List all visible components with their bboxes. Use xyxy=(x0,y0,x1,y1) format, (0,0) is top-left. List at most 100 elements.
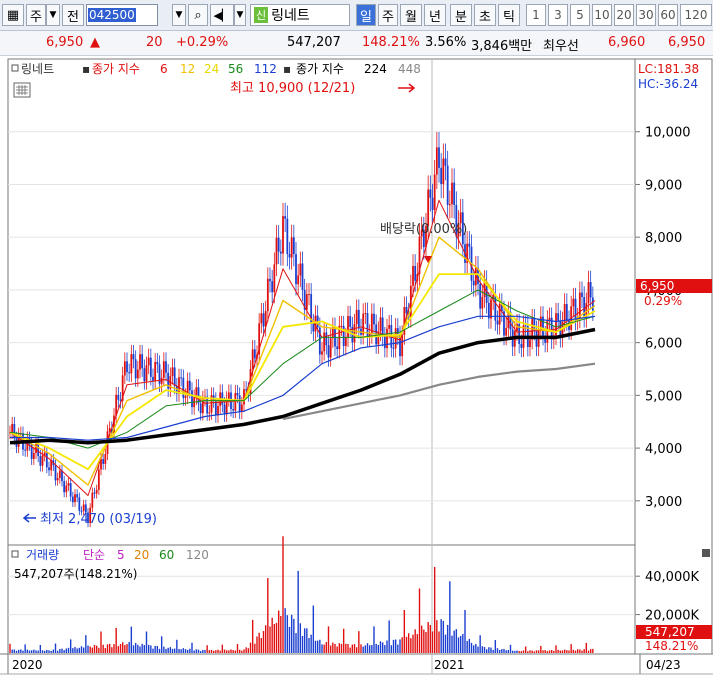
volume-bar xyxy=(416,634,419,653)
price-candle xyxy=(353,324,356,343)
price-candle xyxy=(191,390,193,408)
volume-value: 547,207 xyxy=(287,35,341,50)
volume-bar xyxy=(546,651,549,653)
volume-bar xyxy=(277,610,280,653)
volume-bar xyxy=(145,631,148,653)
chart-area[interactable]: 3,0004,0005,0006,0007,0008,0009,00010,00… xyxy=(0,57,713,681)
price-candle xyxy=(329,338,332,358)
interval-10-button[interactable]: 10 xyxy=(592,4,612,26)
volume-bar xyxy=(442,620,445,653)
price-candle xyxy=(427,189,430,226)
volume-bar xyxy=(184,649,187,653)
legend-ma224: 224 xyxy=(364,62,387,76)
volume-bar xyxy=(446,624,449,653)
period-month-button[interactable]: 월 xyxy=(400,4,422,26)
volume-bar xyxy=(479,635,481,653)
price-candle xyxy=(275,237,278,265)
volume-bar xyxy=(143,645,146,653)
price-candle xyxy=(587,282,590,304)
stock-name-field[interactable]: 신 링네트 xyxy=(250,4,350,26)
volume-bar xyxy=(470,642,473,653)
price-candle xyxy=(180,377,183,379)
period-minute-button[interactable]: 분 xyxy=(450,4,472,26)
price-candle xyxy=(217,406,219,416)
volume-bar xyxy=(368,645,371,653)
code-dropdown-icon[interactable]: ▼ xyxy=(172,4,186,26)
volume-bar xyxy=(511,650,514,653)
interval-1-button[interactable]: 1 xyxy=(526,4,546,26)
price-candle xyxy=(284,216,287,219)
volume-bar xyxy=(347,643,349,653)
volume-bar xyxy=(33,649,35,653)
volume-bar xyxy=(241,650,243,653)
price-candle xyxy=(132,354,135,360)
period-second-button[interactable]: 초 xyxy=(474,4,496,26)
volume-bar xyxy=(520,651,523,653)
volume-bar xyxy=(548,650,551,653)
market-dropdown-icon[interactable]: ▼ xyxy=(46,4,60,26)
price-candle xyxy=(76,494,79,498)
volume-bar xyxy=(503,648,505,653)
interval-20-button[interactable]: 20 xyxy=(614,4,634,26)
period-year-button[interactable]: 년 xyxy=(424,4,446,26)
volume-bar xyxy=(186,649,189,653)
volume-bar xyxy=(251,619,254,653)
view-select[interactable]: 전 xyxy=(62,4,84,26)
volume-bar xyxy=(533,651,536,653)
volume-bar xyxy=(349,647,351,653)
price-candle xyxy=(173,367,176,387)
volume-bar xyxy=(141,643,143,653)
volume-bar xyxy=(483,646,486,653)
price-candle xyxy=(292,237,295,255)
price-candle xyxy=(589,282,592,298)
volume-bar xyxy=(22,650,24,653)
interval-5-button[interactable]: 5 xyxy=(570,4,590,26)
price-tick-label: 4,000 xyxy=(645,442,682,457)
interval-30-button[interactable]: 30 xyxy=(636,4,656,26)
price-candle xyxy=(373,313,375,325)
chart-menu-icon[interactable]: ▦ xyxy=(2,4,24,26)
period-tick-button[interactable]: 틱 xyxy=(498,4,520,26)
volume-panel-handle-icon[interactable] xyxy=(702,549,710,557)
interval-60-button[interactable]: 60 xyxy=(658,4,678,26)
volume-bar xyxy=(130,626,133,653)
price-candle xyxy=(147,357,150,366)
price-candle xyxy=(143,368,146,382)
turnover-ratio: 3.56% xyxy=(425,35,467,50)
period-day-button[interactable]: 일 xyxy=(356,4,376,26)
sound-icon[interactable]: ◀▏ xyxy=(210,4,234,26)
volume-bar xyxy=(297,570,299,653)
price-candle xyxy=(271,281,274,293)
price-candle xyxy=(260,313,263,324)
volume-bar xyxy=(219,650,221,653)
bid-price: 6,960 xyxy=(608,35,646,50)
price-candle xyxy=(308,294,310,296)
stock-code-input[interactable]: 042500 xyxy=(86,4,158,26)
interval-3-button[interactable]: 3 xyxy=(548,4,568,26)
volume-bar xyxy=(568,650,570,653)
volume-bar xyxy=(388,620,390,653)
credit-badge: 신 xyxy=(254,7,269,23)
volume-bar xyxy=(160,636,163,653)
volume-bar xyxy=(312,605,315,653)
price-candle xyxy=(379,317,382,332)
market-select[interactable]: 주 xyxy=(26,4,46,26)
price-candle xyxy=(41,455,44,466)
search-icon[interactable]: ⌕ xyxy=(188,4,208,26)
volume-bar xyxy=(271,617,273,653)
price-candle xyxy=(253,349,256,359)
volume-bar xyxy=(273,624,276,653)
interval-120-button[interactable]: 120 xyxy=(680,4,712,26)
period-week-button[interactable]: 주 xyxy=(378,4,398,26)
sound-dropdown-icon[interactable]: ▼ xyxy=(234,4,246,26)
price-candle xyxy=(178,377,180,394)
volume-bar xyxy=(210,649,213,653)
volume-bar xyxy=(234,650,237,653)
stock-chart-svg[interactable]: 3,0004,0005,0006,0007,0008,0009,00010,00… xyxy=(0,57,713,681)
price-candle xyxy=(65,485,68,493)
volume-bar xyxy=(117,646,120,653)
volume-bar xyxy=(284,608,286,653)
volume-bar xyxy=(247,648,250,653)
volume-bar xyxy=(264,625,267,653)
volume-bar xyxy=(301,636,304,653)
